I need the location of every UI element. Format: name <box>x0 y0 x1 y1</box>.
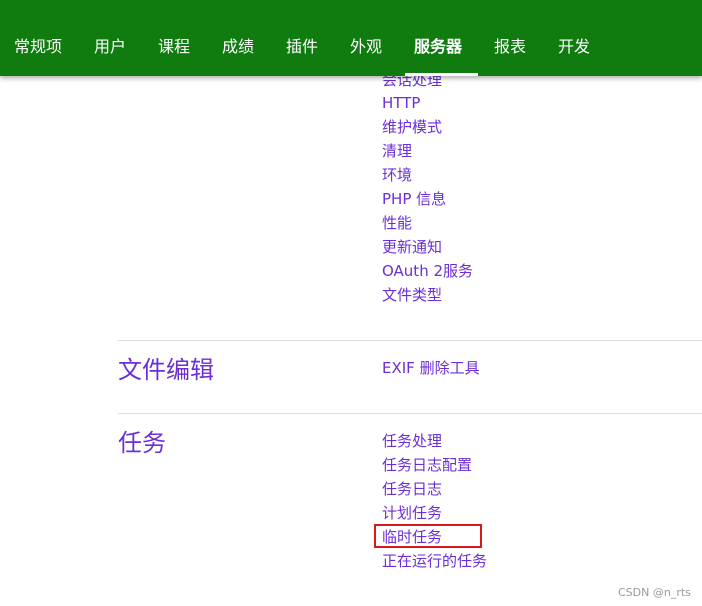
nav-tab-grades[interactable]: 成绩 <box>222 37 254 57</box>
active-tab-underline <box>405 73 478 76</box>
link-http[interactable]: HTTP <box>382 93 420 113</box>
link-oauth2-services[interactable]: OAuth 2服务 <box>382 261 473 281</box>
annotation-highlight-box <box>374 524 482 548</box>
link-maintenance-mode[interactable]: 维护模式 <box>382 117 442 137</box>
link-exif-remover[interactable]: EXIF 删除工具 <box>382 358 480 378</box>
nav-tab-courses[interactable]: 课程 <box>158 37 190 57</box>
nav-tab-development[interactable]: 开发 <box>558 37 590 57</box>
page: 会话处理 HTTP 维护模式 清理 环境 PHP 信息 性能 更新通知 OAut… <box>0 0 702 606</box>
nav-tab-general[interactable]: 常规项 <box>14 37 62 57</box>
section-title-tasks: 任务 <box>118 429 166 457</box>
nav-tab-plugins[interactable]: 插件 <box>286 37 318 57</box>
nav-tab-users[interactable]: 用户 <box>94 37 126 57</box>
link-performance[interactable]: 性能 <box>382 213 412 233</box>
link-php-info[interactable]: PHP 信息 <box>382 189 446 209</box>
link-running-tasks[interactable]: 正在运行的任务 <box>382 551 487 571</box>
admin-content: 会话处理 HTTP 维护模式 清理 环境 PHP 信息 性能 更新通知 OAut… <box>0 0 702 606</box>
link-file-types[interactable]: 文件类型 <box>382 285 442 305</box>
link-cleanup[interactable]: 清理 <box>382 141 412 161</box>
top-navbar: 常规项 用户 课程 成绩 插件 外观 服务器 报表 开发 <box>0 0 702 76</box>
nav-tab-server[interactable]: 服务器 <box>414 37 462 57</box>
nav-tab-reports[interactable]: 报表 <box>494 37 526 57</box>
nav-tab-appearance[interactable]: 外观 <box>350 37 382 57</box>
link-update-notifications[interactable]: 更新通知 <box>382 237 442 257</box>
link-scheduled-tasks[interactable]: 计划任务 <box>382 503 442 523</box>
link-environment[interactable]: 环境 <box>382 165 412 185</box>
section-divider <box>118 413 702 414</box>
link-task-log-config[interactable]: 任务日志配置 <box>382 455 472 475</box>
link-task-processing[interactable]: 任务处理 <box>382 431 442 451</box>
link-task-logs[interactable]: 任务日志 <box>382 479 442 499</box>
section-title-file-edit: 文件编辑 <box>118 356 214 384</box>
section-divider <box>118 340 702 341</box>
watermark: CSDN @n_rts <box>618 586 691 599</box>
